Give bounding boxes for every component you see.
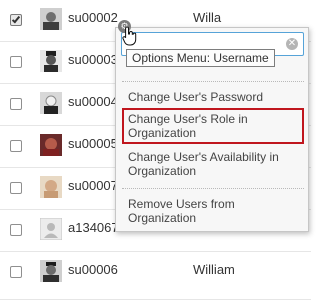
menu-item-change-password[interactable]: Change User's Password xyxy=(122,88,304,106)
avatar xyxy=(40,50,62,72)
options-menu-tooltip: Options Menu: Username xyxy=(126,49,275,67)
username[interactable]: su00005 xyxy=(68,136,118,151)
username[interactable]: su00004 xyxy=(68,94,118,109)
menu-separator xyxy=(122,81,304,82)
first-name: William xyxy=(193,262,235,277)
menu-item-remove-users[interactable]: Remove Users from Organization xyxy=(122,195,304,227)
menu-separator xyxy=(122,188,304,189)
clear-icon[interactable]: ✕ xyxy=(286,38,298,50)
avatar xyxy=(40,260,62,282)
user-list-page: su00002 Willa su00003 su00004 su00005 su… xyxy=(0,0,311,300)
avatar xyxy=(40,176,62,198)
menu-item-change-availability[interactable]: Change User's Availability in Organizati… xyxy=(122,148,304,180)
row-checkbox[interactable] xyxy=(10,182,22,194)
table-row[interactable]: su00006 William xyxy=(0,252,311,300)
avatar xyxy=(40,8,62,30)
username[interactable]: su00002 xyxy=(68,10,118,25)
avatar xyxy=(40,134,62,156)
avatar xyxy=(40,92,62,114)
avatar xyxy=(40,218,62,240)
row-checkbox[interactable] xyxy=(10,98,22,110)
first-name: Willa xyxy=(193,10,222,25)
menu-item-change-role[interactable]: Change User's Role in Organization xyxy=(122,108,304,144)
row-checkbox[interactable] xyxy=(10,14,22,26)
username[interactable]: su00007 xyxy=(68,178,118,193)
row-checkbox[interactable] xyxy=(10,224,22,236)
username[interactable]: a134067 xyxy=(68,220,119,235)
check-mark-icon xyxy=(11,14,21,24)
row-checkbox[interactable] xyxy=(10,266,22,278)
username[interactable]: su00003 xyxy=(68,52,118,67)
row-checkbox[interactable] xyxy=(10,140,22,152)
username[interactable]: su00006 xyxy=(68,262,118,277)
hand-cursor-icon xyxy=(122,26,138,49)
row-checkbox[interactable] xyxy=(10,56,22,68)
